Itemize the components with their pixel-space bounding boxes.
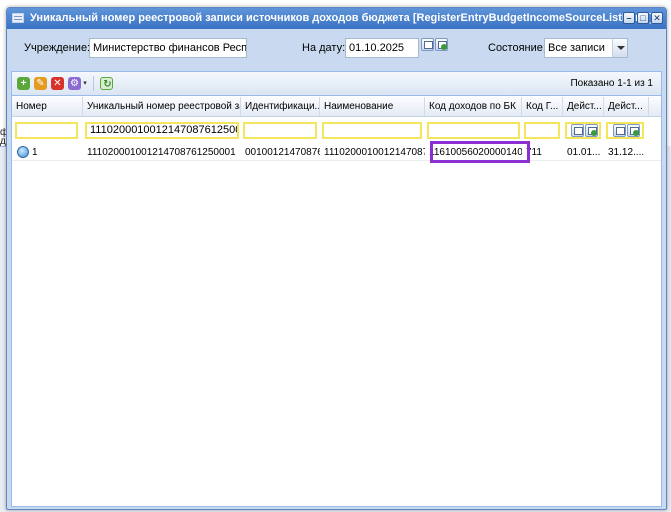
- column-header-name[interactable]: Наименование: [320, 97, 425, 117]
- refresh-icon[interactable]: ↻: [100, 77, 113, 90]
- grid-filter-row: 11102000100121470876125000​1: [12, 118, 661, 142]
- date-clear-icon[interactable]: [435, 38, 448, 51]
- cell-number: 1: [32, 147, 38, 158]
- close-icon[interactable]: ✕: [651, 12, 663, 24]
- minimize-icon[interactable]: –: [623, 12, 635, 24]
- cell-identification: 00100121470876: [245, 147, 320, 158]
- table-row[interactable]: 1 111020001001214708761250001 0010012147…: [12, 144, 661, 161]
- income-code-highlight: [430, 141, 530, 163]
- window-icon: [12, 13, 24, 23]
- grid-toolbar: + ✎ ✕ ⚙ ▾ ↻ Показано 1-1 из 1: [12, 72, 661, 96]
- filter-income-code[interactable]: [427, 122, 520, 139]
- column-header-valid-to[interactable]: Дейст...: [604, 97, 649, 117]
- filter-number[interactable]: [15, 122, 78, 139]
- grid-header: Номер Уникальный номер реестровой за... …: [12, 97, 661, 117]
- state-select[interactable]: Все записи: [544, 38, 613, 58]
- filter-code-g[interactable]: [524, 122, 560, 139]
- column-header-number[interactable]: Номер: [12, 97, 83, 117]
- grid-panel: + ✎ ✕ ⚙ ▾ ↻ Показано 1-1 из 1 Номер Уник…: [11, 71, 662, 507]
- cell-valid-from: 01.01...: [567, 147, 601, 158]
- filter-identification[interactable]: [243, 122, 317, 139]
- column-header-identification[interactable]: Идентификаци...: [241, 97, 320, 117]
- filter-unique-number[interactable]: 11102000100121470876125000​1: [85, 122, 239, 139]
- title-bar[interactable]: Уникальный номер реестровой записи источ…: [7, 8, 666, 29]
- state-label: Состояние:: [488, 42, 546, 54]
- maximize-icon[interactable]: □: [637, 12, 649, 24]
- cell-valid-to: 31.12....: [608, 147, 645, 158]
- delete-icon[interactable]: ✕: [51, 77, 64, 90]
- column-header-valid-from[interactable]: Дейст...: [563, 97, 604, 117]
- window-title: Уникальный номер реестровой записи источ…: [30, 12, 654, 24]
- edit-icon[interactable]: ✎: [34, 77, 47, 90]
- dialog-window: Уникальный номер реестровой записи источ…: [6, 7, 667, 510]
- calendar-icon[interactable]: [613, 124, 626, 137]
- column-header-code-g[interactable]: Код Г...: [522, 97, 563, 117]
- institution-label: Учреждение:: [24, 42, 91, 54]
- column-header-income-code[interactable]: Код доходов по БК: [425, 97, 522, 117]
- chevron-down-icon[interactable]: [612, 38, 628, 58]
- calendar-icon[interactable]: [421, 38, 434, 51]
- cell-name: 11102000100121470876...: [324, 147, 425, 158]
- date-field[interactable]: 01.10.2025: [345, 38, 419, 58]
- institution-field[interactable]: Министерство финансов Республ: [89, 38, 247, 58]
- paging-info: Показано 1-1 из 1: [570, 78, 653, 89]
- menu-arrow-icon[interactable]: ▾: [82, 77, 88, 90]
- settings-menu-icon[interactable]: ⚙: [68, 77, 81, 90]
- calendar-icon[interactable]: [571, 124, 584, 137]
- filter-bar: Учреждение: Министерство финансов Респуб…: [11, 30, 662, 63]
- date-clear-icon[interactable]: [627, 124, 640, 137]
- date-label: На дату:: [302, 42, 346, 54]
- date-clear-icon[interactable]: [585, 124, 598, 137]
- add-icon[interactable]: +: [17, 77, 30, 90]
- column-header-unique-number[interactable]: Уникальный номер реестровой за...: [83, 97, 241, 117]
- filter-name[interactable]: [322, 122, 422, 139]
- cell-unique-number: 111020001001214708761250001: [87, 147, 236, 158]
- toolbar-separator: [93, 76, 94, 91]
